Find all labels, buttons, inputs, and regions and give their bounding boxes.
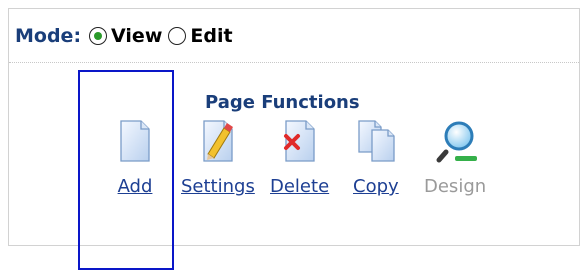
page-icon[interactable] bbox=[115, 118, 155, 164]
mode-label: Mode: bbox=[15, 24, 82, 47]
page-pencil-icon[interactable] bbox=[198, 118, 238, 164]
add-function[interactable]: Add bbox=[115, 118, 155, 197]
view-radio[interactable] bbox=[89, 26, 108, 45]
mode-edit-option[interactable]: Edit bbox=[168, 24, 233, 47]
edit-radio-label: Edit bbox=[190, 24, 233, 47]
copy-function[interactable]: Copy bbox=[353, 118, 399, 197]
view-radio-label: View bbox=[111, 24, 163, 47]
mode-view-option[interactable]: View bbox=[89, 25, 162, 47]
magnifier-icon bbox=[435, 118, 478, 164]
settings-function[interactable]: Settings bbox=[181, 118, 255, 197]
copy-link[interactable]: Copy bbox=[353, 176, 399, 197]
delete-function[interactable]: Delete bbox=[270, 118, 329, 197]
add-link[interactable]: Add bbox=[118, 176, 153, 197]
edit-radio[interactable] bbox=[168, 26, 187, 45]
page-functions-title: Page Functions bbox=[205, 92, 360, 113]
design-label: Design bbox=[424, 176, 487, 197]
delete-link[interactable]: Delete bbox=[270, 176, 329, 197]
copy-pages-icon[interactable] bbox=[356, 118, 396, 164]
mode-bar: Mode: View Edit bbox=[9, 9, 579, 63]
settings-link[interactable]: Settings bbox=[181, 176, 255, 197]
design-function: Design bbox=[424, 118, 486, 197]
page-delete-icon[interactable] bbox=[280, 118, 320, 164]
